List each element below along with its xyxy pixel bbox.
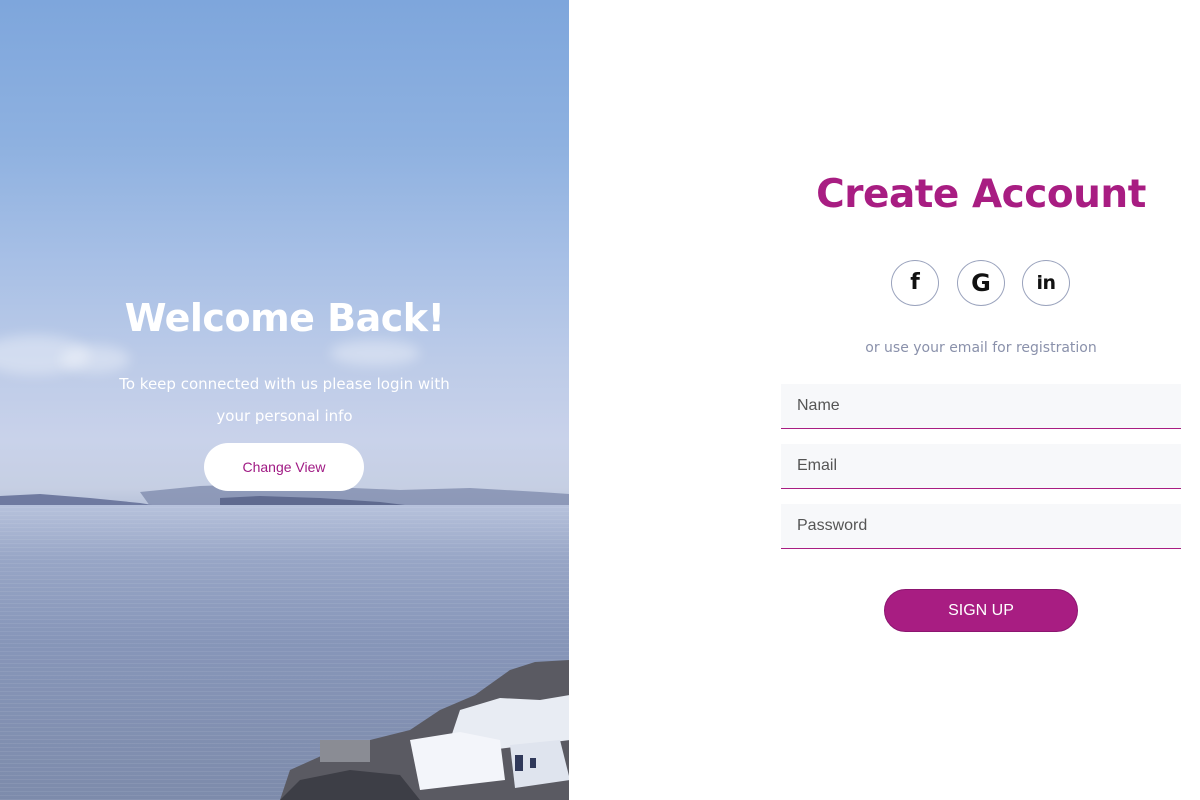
facebook-button[interactable]: f: [891, 260, 939, 306]
signup-form-panel: Create Account f G in or use your email …: [569, 0, 1200, 800]
change-view-button[interactable]: Change View: [204, 443, 364, 491]
linkedin-button[interactable]: in: [1022, 260, 1070, 306]
hero-panel: Welcome Back! To keep connected with us …: [0, 0, 569, 800]
google-icon: G: [971, 269, 991, 297]
password-input[interactable]: [781, 504, 1181, 549]
hero-content: Welcome Back! To keep connected with us …: [0, 0, 569, 800]
email-input[interactable]: [781, 444, 1181, 489]
auth-page: Welcome Back! To keep connected with us …: [0, 0, 1200, 800]
linkedin-icon: in: [1036, 271, 1056, 294]
name-input[interactable]: [781, 384, 1181, 429]
google-button[interactable]: G: [957, 260, 1005, 306]
form-title: Create Account: [816, 172, 1146, 217]
sign-up-button[interactable]: SIGN UP: [884, 589, 1078, 632]
hero-title: Welcome Back!: [124, 296, 445, 340]
facebook-icon: f: [910, 270, 920, 295]
registration-hint: or use your email for registration: [865, 340, 1097, 356]
hero-description: To keep connected with us please login w…: [119, 375, 450, 425]
